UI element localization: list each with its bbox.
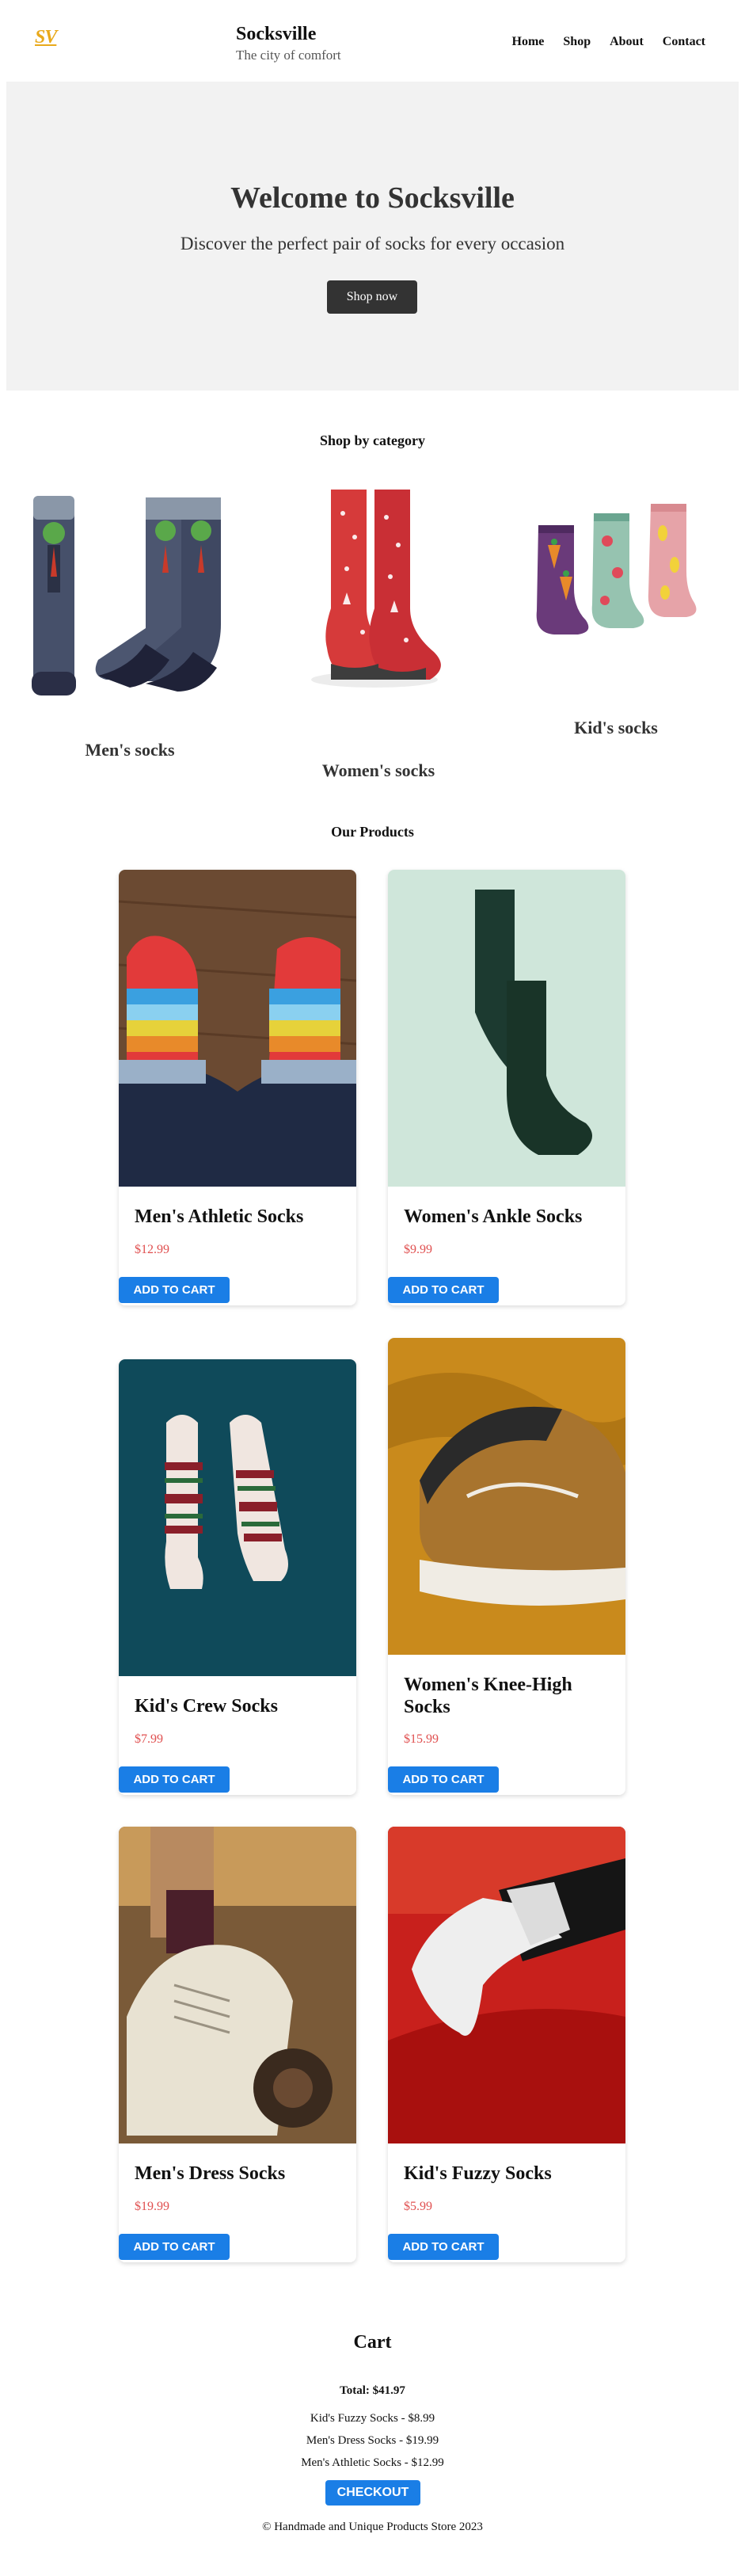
- product-card: Kid's Fuzzy Socks $5.99 ADD TO CART: [388, 1827, 625, 2262]
- checkout-button[interactable]: CHECKOUT: [325, 2480, 420, 2506]
- logo[interactable]: SV: [35, 27, 57, 48]
- product-image-crew-socks[interactable]: [119, 1359, 356, 1676]
- product-card: Kid's Crew Socks $7.99 ADD TO CART: [119, 1359, 356, 1795]
- footer-copyright: © Handmade and Unique Products Store 202…: [262, 2521, 483, 2533]
- product-card: Men's Athletic Socks $12.99 ADD TO CART: [119, 870, 356, 1305]
- add-to-cart-button[interactable]: ADD TO CART: [388, 2234, 499, 2260]
- mens-socks-image[interactable]: [27, 490, 233, 703]
- product-card: Men's Dress Socks $19.99 ADD TO CART: [119, 1827, 356, 2262]
- product-name: Kid's Crew Socks: [135, 1696, 278, 1717]
- product-card: Women's Ankle Socks $9.99 ADD TO CART: [388, 870, 625, 1305]
- products-heading: Our Products: [331, 824, 414, 840]
- add-to-cart-button[interactable]: ADD TO CART: [119, 2234, 230, 2260]
- site-tagline: The city of comfort: [236, 48, 341, 63]
- category-label-womens[interactable]: Women's socks: [276, 760, 481, 781]
- category-label-kids[interactable]: Kid's socks: [513, 718, 719, 738]
- hero-banner: Welcome to Socksville Discover the perfe…: [6, 82, 739, 391]
- product-image-knee-high-socks[interactable]: [388, 1338, 625, 1655]
- product-image-athletic-socks[interactable]: [119, 870, 356, 1187]
- cart-item: Men's Dress Socks - $19.99: [306, 2434, 439, 2447]
- nav-about[interactable]: About: [610, 35, 644, 49]
- product-card: Women's Knee-High Socks $15.99 ADD TO CA…: [388, 1338, 625, 1795]
- add-to-cart-button[interactable]: ADD TO CART: [388, 1277, 499, 1303]
- product-name: Kid's Fuzzy Socks: [404, 2163, 552, 2184]
- category-heading: Shop by category: [319, 433, 425, 448]
- product-name: Men's Athletic Socks: [135, 1206, 304, 1227]
- site-header: SV Socksville The city of comfort Home S…: [0, 0, 745, 79]
- hero-subtitle: Discover the perfect pair of socks for e…: [180, 234, 565, 253]
- cart-item: Men's Athletic Socks - $12.99: [301, 2456, 444, 2469]
- cart-item: Kid's Fuzzy Socks - $8.99: [310, 2412, 435, 2425]
- product-price: $5.99: [404, 2200, 432, 2213]
- cart-title: Cart: [353, 2332, 392, 2353]
- product-price: $9.99: [404, 1243, 432, 1256]
- product-name: Women's Knee-High Socks: [404, 1675, 572, 1717]
- cart-total: Total: $41.97: [340, 2384, 405, 2397]
- product-price: $15.99: [404, 1732, 439, 1746]
- main-nav: Home Shop About Contact: [512, 35, 705, 49]
- add-to-cart-button[interactable]: ADD TO CART: [388, 1766, 499, 1793]
- product-image-ankle-socks[interactable]: [388, 870, 625, 1187]
- product-image-fuzzy-socks[interactable]: [388, 1827, 625, 2143]
- womens-socks-image[interactable]: [299, 482, 450, 695]
- product-price: $19.99: [135, 2200, 169, 2213]
- shop-now-button[interactable]: Shop now: [327, 280, 417, 314]
- add-to-cart-button[interactable]: ADD TO CART: [119, 1277, 230, 1303]
- product-price: $12.99: [135, 1243, 169, 1256]
- nav-contact[interactable]: Contact: [663, 35, 705, 49]
- hero-title: Welcome to Socksville: [230, 181, 515, 215]
- product-image-dress-socks[interactable]: [119, 1827, 356, 2143]
- nav-shop[interactable]: Shop: [563, 35, 591, 49]
- product-name: Men's Dress Socks: [135, 2163, 286, 2184]
- product-name: Women's Ankle Socks: [404, 1206, 583, 1227]
- category-label-mens[interactable]: Men's socks: [27, 740, 233, 760]
- nav-home[interactable]: Home: [512, 35, 545, 49]
- site-title: Socksville: [236, 24, 317, 44]
- kids-socks-image[interactable]: [532, 497, 698, 640]
- add-to-cart-button[interactable]: ADD TO CART: [119, 1766, 230, 1793]
- product-price: $7.99: [135, 1732, 163, 1746]
